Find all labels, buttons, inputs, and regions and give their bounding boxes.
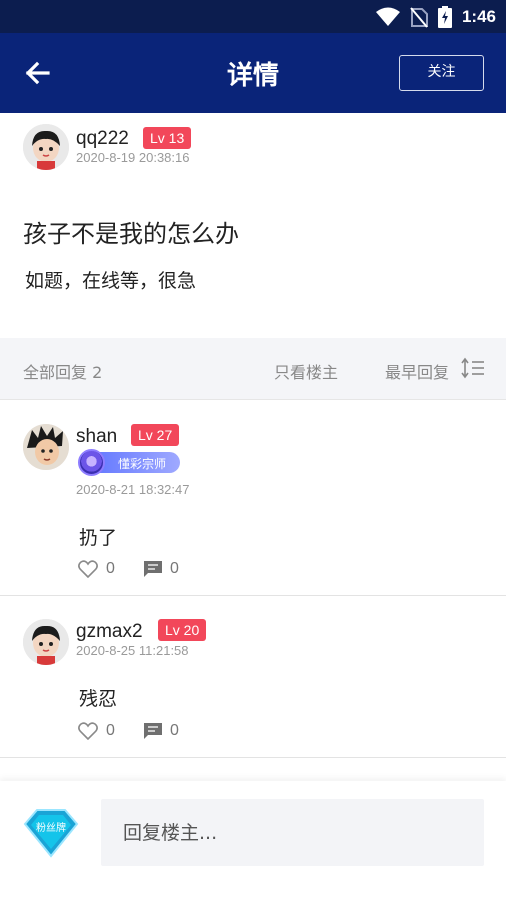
avatar[interactable] — [23, 619, 69, 665]
medal-title: 懂彩宗师 — [118, 457, 167, 471]
battery-icon — [437, 6, 452, 28]
heart-icon — [78, 722, 98, 740]
app-header: 详情 关注 — [0, 33, 506, 113]
reply-divider — [0, 757, 506, 758]
reply-author-name[interactable]: gzmax2 — [76, 621, 143, 643]
medal-icon — [78, 449, 105, 476]
level-badge: Lv 13 — [143, 127, 192, 149]
level-badge: Lv 27 — [131, 424, 180, 446]
heart-icon — [78, 560, 98, 578]
reply-bar: 粉丝牌 — [0, 781, 506, 900]
post-author-name[interactable]: qq222 — [76, 128, 129, 150]
reply-text: 残忍 — [79, 688, 118, 710]
medal-badge: 懂彩宗师 — [78, 449, 180, 476]
all-replies-count: 全部回复 2 — [23, 363, 103, 382]
like-count: 0 — [106, 560, 115, 577]
follow-button[interactable]: 关注 — [399, 55, 484, 91]
post-timestamp: 2020-8-19 20:38:16 — [76, 150, 190, 165]
earliest-reply-button[interactable]: 最早回复 — [385, 359, 449, 383]
reply-timestamp: 2020-8-25 11:21:58 — [76, 643, 189, 658]
clock: 1:46 — [461, 7, 496, 26]
avatar[interactable] — [23, 424, 69, 470]
comment-count: 0 — [170, 560, 179, 577]
no-sim-icon — [410, 7, 428, 28]
post-title: 孩子不是我的怎么办 — [23, 220, 239, 248]
goku-avatar-icon — [23, 424, 69, 470]
reply-filter-bar: 全部回复 2 只看楼主 最早回复 — [0, 338, 506, 400]
post-body: 如题，在线等，很急 — [25, 270, 197, 292]
comment-icon — [144, 723, 162, 739]
avatar[interactable] — [23, 124, 69, 170]
like-count: 0 — [106, 722, 115, 739]
fan-badge-icon[interactable]: 粉丝牌 — [23, 808, 79, 858]
only-owner-button[interactable]: 只看楼主 — [274, 359, 338, 383]
comment-button[interactable]: 0 — [144, 722, 179, 740]
comment-count: 0 — [170, 722, 179, 739]
reply-divider — [0, 595, 506, 596]
fan-badge-label: 粉丝牌 — [36, 821, 66, 834]
reply-input[interactable] — [101, 799, 484, 866]
reply-timestamp: 2020-8-21 18:32:47 — [76, 482, 190, 497]
reply-author-name[interactable]: shan — [76, 426, 117, 448]
sort-order-icon[interactable] — [461, 357, 485, 379]
kid-avatar-icon — [23, 619, 69, 665]
reply-text: 扔了 — [79, 527, 118, 549]
comment-button[interactable]: 0 — [144, 560, 179, 578]
kid-avatar-icon — [23, 124, 69, 170]
like-button[interactable]: 0 — [78, 722, 115, 740]
status-bar: 1:46 — [0, 0, 506, 33]
comment-icon — [144, 561, 162, 577]
like-button[interactable]: 0 — [78, 560, 115, 578]
wifi-icon — [375, 7, 400, 26]
level-badge: Lv 20 — [158, 619, 207, 641]
